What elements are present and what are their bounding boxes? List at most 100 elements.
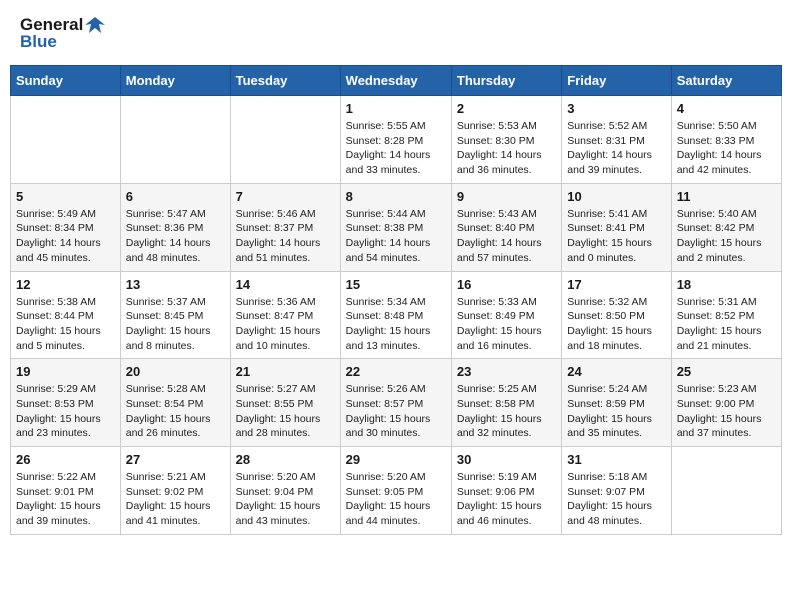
- day-info: Sunrise: 5:20 AM Sunset: 9:05 PM Dayligh…: [346, 470, 446, 529]
- day-info: Sunrise: 5:55 AM Sunset: 8:28 PM Dayligh…: [346, 119, 446, 178]
- week-row-4: 26 Sunrise: 5:22 AM Sunset: 9:01 PM Dayli…: [11, 447, 782, 535]
- day-info: Sunrise: 5:44 AM Sunset: 8:38 PM Dayligh…: [346, 207, 446, 266]
- day-info: Sunrise: 5:34 AM Sunset: 8:48 PM Dayligh…: [346, 295, 446, 354]
- logo-wing-icon: [85, 15, 105, 35]
- calendar-cell: 27 Sunrise: 5:21 AM Sunset: 9:02 PM Dayli…: [120, 447, 230, 535]
- calendar-cell: 6 Sunrise: 5:47 AM Sunset: 8:36 PM Daylig…: [120, 183, 230, 271]
- day-number: 1: [346, 101, 446, 116]
- calendar-cell: 29Sunrise: 5:20 AM Sunset: 9:05 PM Dayli…: [340, 447, 451, 535]
- day-number: 7: [236, 189, 335, 204]
- week-row-0: 1 Sunrise: 5:55 AM Sunset: 8:28 PM Daylig…: [11, 96, 782, 184]
- day-info: Sunrise: 5:29 AM Sunset: 8:53 PM Dayligh…: [16, 382, 115, 441]
- calendar-cell: 8Sunrise: 5:44 AM Sunset: 8:38 PM Daylig…: [340, 183, 451, 271]
- calendar-cell: [230, 96, 340, 184]
- day-number: 20: [126, 364, 225, 379]
- day-info: Sunrise: 5:53 AM Sunset: 8:30 PM Dayligh…: [457, 119, 556, 178]
- calendar-cell: 13 Sunrise: 5:37 AM Sunset: 8:45 PM Dayli…: [120, 271, 230, 359]
- day-info: Sunrise: 5:31 AM Sunset: 8:52 PM Dayligh…: [677, 295, 776, 354]
- day-info: Sunrise: 5:25 AM Sunset: 8:58 PM Dayligh…: [457, 382, 556, 441]
- day-info: Sunrise: 5:19 AM Sunset: 9:06 PM Dayligh…: [457, 470, 556, 529]
- day-number: 10: [567, 189, 665, 204]
- days-header-row: SundayMondayTuesdayWednesdayThursdayFrid…: [11, 66, 782, 96]
- day-info: Sunrise: 5:52 AM Sunset: 8:31 PM Dayligh…: [567, 119, 665, 178]
- day-number: 6: [126, 189, 225, 204]
- day-number: 12: [16, 277, 115, 292]
- calendar-cell: [11, 96, 121, 184]
- day-number: 15: [346, 277, 446, 292]
- week-row-2: 12 Sunrise: 5:38 AM Sunset: 8:44 PM Dayli…: [11, 271, 782, 359]
- day-number: 24: [567, 364, 665, 379]
- calendar-cell: 5 Sunrise: 5:49 AM Sunset: 8:34 PM Daylig…: [11, 183, 121, 271]
- day-number: 22: [346, 364, 446, 379]
- calendar-cell: 22 Sunrise: 5:26 AM Sunset: 8:57 PM Dayli…: [340, 359, 451, 447]
- day-info: Sunrise: 5:49 AM Sunset: 8:34 PM Dayligh…: [16, 207, 115, 266]
- day-number: 28: [236, 452, 335, 467]
- calendar-table: SundayMondayTuesdayWednesdayThursdayFrid…: [10, 65, 782, 535]
- calendar-cell: 19Sunrise: 5:29 AM Sunset: 8:53 PM Dayli…: [11, 359, 121, 447]
- calendar-cell: 25 Sunrise: 5:23 AM Sunset: 9:00 PM Dayli…: [671, 359, 781, 447]
- day-info: Sunrise: 5:43 AM Sunset: 8:40 PM Dayligh…: [457, 207, 556, 266]
- header-tuesday: Tuesday: [230, 66, 340, 96]
- day-info: Sunrise: 5:47 AM Sunset: 8:36 PM Dayligh…: [126, 207, 225, 266]
- header-monday: Monday: [120, 66, 230, 96]
- day-number: 13: [126, 277, 225, 292]
- calendar-cell: 2 Sunrise: 5:53 AM Sunset: 8:30 PM Daylig…: [451, 96, 561, 184]
- calendar-cell: 4 Sunrise: 5:50 AM Sunset: 8:33 PM Daylig…: [671, 96, 781, 184]
- day-info: Sunrise: 5:38 AM Sunset: 8:44 PM Dayligh…: [16, 295, 115, 354]
- day-number: 18: [677, 277, 776, 292]
- logo-blue: Blue: [20, 32, 57, 52]
- calendar-cell: 26 Sunrise: 5:22 AM Sunset: 9:01 PM Dayli…: [11, 447, 121, 535]
- header-wednesday: Wednesday: [340, 66, 451, 96]
- day-info: Sunrise: 5:18 AM Sunset: 9:07 PM Dayligh…: [567, 470, 665, 529]
- calendar-cell: 15 Sunrise: 5:34 AM Sunset: 8:48 PM Dayli…: [340, 271, 451, 359]
- calendar-cell: 10 Sunrise: 5:41 AM Sunset: 8:41 PM Dayli…: [562, 183, 671, 271]
- day-number: 26: [16, 452, 115, 467]
- day-info: Sunrise: 5:32 AM Sunset: 8:50 PM Dayligh…: [567, 295, 665, 354]
- day-info: Sunrise: 5:23 AM Sunset: 9:00 PM Dayligh…: [677, 382, 776, 441]
- day-number: 31: [567, 452, 665, 467]
- day-info: Sunrise: 5:40 AM Sunset: 8:42 PM Dayligh…: [677, 207, 776, 266]
- header-sunday: Sunday: [11, 66, 121, 96]
- day-info: Sunrise: 5:33 AM Sunset: 8:49 PM Dayligh…: [457, 295, 556, 354]
- day-number: 17: [567, 277, 665, 292]
- day-number: 21: [236, 364, 335, 379]
- day-number: 30: [457, 452, 556, 467]
- calendar-cell: 17 Sunrise: 5:32 AM Sunset: 8:50 PM Dayli…: [562, 271, 671, 359]
- calendar-cell: 7 Sunrise: 5:46 AM Sunset: 8:37 PM Daylig…: [230, 183, 340, 271]
- day-number: 16: [457, 277, 556, 292]
- day-number: 5: [16, 189, 115, 204]
- calendar-cell: 3Sunrise: 5:52 AM Sunset: 8:31 PM Daylig…: [562, 96, 671, 184]
- header-friday: Friday: [562, 66, 671, 96]
- day-info: Sunrise: 5:36 AM Sunset: 8:47 PM Dayligh…: [236, 295, 335, 354]
- calendar-cell: 23 Sunrise: 5:25 AM Sunset: 8:58 PM Dayli…: [451, 359, 561, 447]
- calendar-cell: 9Sunrise: 5:43 AM Sunset: 8:40 PM Daylig…: [451, 183, 561, 271]
- calendar-cell: 28Sunrise: 5:20 AM Sunset: 9:04 PM Dayli…: [230, 447, 340, 535]
- day-info: Sunrise: 5:50 AM Sunset: 8:33 PM Dayligh…: [677, 119, 776, 178]
- calendar-cell: 14Sunrise: 5:36 AM Sunset: 8:47 PM Dayli…: [230, 271, 340, 359]
- day-info: Sunrise: 5:41 AM Sunset: 8:41 PM Dayligh…: [567, 207, 665, 266]
- page-header: General Blue: [10, 10, 782, 57]
- calendar-cell: 1 Sunrise: 5:55 AM Sunset: 8:28 PM Daylig…: [340, 96, 451, 184]
- day-number: 23: [457, 364, 556, 379]
- calendar-cell: 16 Sunrise: 5:33 AM Sunset: 8:49 PM Dayli…: [451, 271, 561, 359]
- header-thursday: Thursday: [451, 66, 561, 96]
- calendar-cell: 24 Sunrise: 5:24 AM Sunset: 8:59 PM Dayli…: [562, 359, 671, 447]
- day-number: 4: [677, 101, 776, 116]
- day-number: 2: [457, 101, 556, 116]
- week-row-3: 19Sunrise: 5:29 AM Sunset: 8:53 PM Dayli…: [11, 359, 782, 447]
- header-saturday: Saturday: [671, 66, 781, 96]
- day-info: Sunrise: 5:28 AM Sunset: 8:54 PM Dayligh…: [126, 382, 225, 441]
- day-info: Sunrise: 5:22 AM Sunset: 9:01 PM Dayligh…: [16, 470, 115, 529]
- calendar-cell: 18 Sunrise: 5:31 AM Sunset: 8:52 PM Dayli…: [671, 271, 781, 359]
- day-info: Sunrise: 5:21 AM Sunset: 9:02 PM Dayligh…: [126, 470, 225, 529]
- logo: General Blue: [20, 15, 105, 52]
- week-row-1: 5 Sunrise: 5:49 AM Sunset: 8:34 PM Daylig…: [11, 183, 782, 271]
- day-number: 25: [677, 364, 776, 379]
- calendar-cell: [671, 447, 781, 535]
- day-info: Sunrise: 5:46 AM Sunset: 8:37 PM Dayligh…: [236, 207, 335, 266]
- day-info: Sunrise: 5:24 AM Sunset: 8:59 PM Dayligh…: [567, 382, 665, 441]
- day-number: 27: [126, 452, 225, 467]
- day-info: Sunrise: 5:27 AM Sunset: 8:55 PM Dayligh…: [236, 382, 335, 441]
- day-info: Sunrise: 5:26 AM Sunset: 8:57 PM Dayligh…: [346, 382, 446, 441]
- day-info: Sunrise: 5:37 AM Sunset: 8:45 PM Dayligh…: [126, 295, 225, 354]
